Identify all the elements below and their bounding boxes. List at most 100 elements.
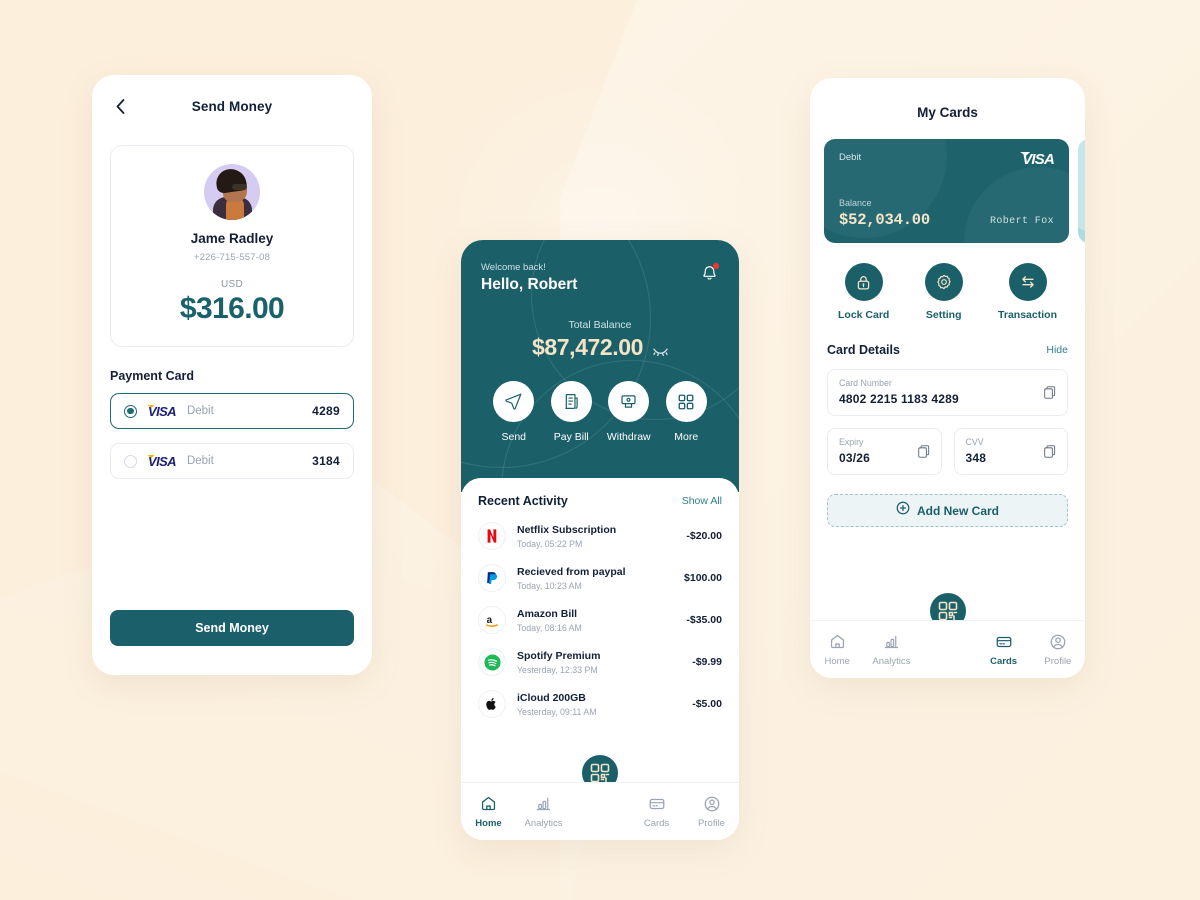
transaction-amount: -$5.00 bbox=[692, 698, 722, 710]
my-cards-screen: My Cards Debit VISA Balance $52,034.00 R… bbox=[810, 78, 1085, 678]
svg-text:a: a bbox=[487, 615, 493, 626]
bell-icon[interactable] bbox=[701, 263, 719, 282]
send-money-button[interactable]: Send Money bbox=[110, 610, 354, 646]
transaction-amount: -$20.00 bbox=[686, 530, 722, 542]
credit-card-icon bbox=[977, 632, 1031, 651]
copy-icon[interactable] bbox=[1044, 386, 1056, 404]
grid-icon bbox=[665, 381, 707, 422]
quick-actions: Send Pay Bill Withdraw More bbox=[481, 381, 719, 443]
transaction-time: Yesterday, 09:11 AM bbox=[517, 706, 597, 717]
copy-icon[interactable] bbox=[917, 445, 930, 463]
add-new-card-button[interactable]: Add New Card bbox=[827, 494, 1068, 527]
payment-card-type: Debit bbox=[186, 455, 214, 467]
quick-action-label: Withdraw bbox=[606, 431, 651, 443]
card-actions: Lock Card Setting Transaction bbox=[810, 263, 1085, 321]
recent-activity-title: Recent Activity bbox=[478, 494, 568, 508]
quick-action-withdraw[interactable]: Withdraw bbox=[600, 381, 658, 443]
quick-action-more[interactable]: More bbox=[658, 381, 716, 443]
transaction-merchant: Spotify Premium bbox=[517, 649, 601, 662]
quick-action-send[interactable]: Send bbox=[485, 381, 543, 443]
eye-off-icon[interactable] bbox=[653, 343, 668, 356]
bank-card-secondary[interactable]: Debit Balance $35,438.00 bbox=[1078, 139, 1085, 243]
transaction-row[interactable]: Recieved from paypal Today, 10:23 AM $10… bbox=[478, 564, 722, 592]
expiry-label: Expiry bbox=[839, 437, 864, 447]
avatar bbox=[204, 164, 260, 220]
recipient-phone: +226-715-557-08 bbox=[193, 252, 271, 263]
show-all-link[interactable]: Show All bbox=[682, 495, 722, 507]
apple-icon bbox=[478, 690, 506, 718]
lock-icon bbox=[844, 263, 883, 301]
card-details-title: Card Details bbox=[827, 343, 900, 357]
bank-card-primary[interactable]: Debit VISA Balance $52,034.00 Robert Fox bbox=[824, 139, 1069, 243]
radio-unselected-icon[interactable] bbox=[124, 454, 137, 468]
send-icon bbox=[493, 381, 535, 422]
home-header: Welcome back! Hello, Robert Total Balanc… bbox=[461, 240, 739, 492]
card-action-label: Setting bbox=[925, 309, 962, 321]
transaction-row[interactable]: Netflix Subscription Today, 05:22 PM -$2… bbox=[478, 522, 722, 550]
nav-item-profile[interactable]: Profile bbox=[684, 794, 739, 829]
currency-label: USD bbox=[220, 279, 243, 290]
nav-item-analytics[interactable]: Analytics bbox=[864, 632, 918, 667]
quick-action-label: More bbox=[674, 431, 699, 443]
visa-logo-icon: VISA bbox=[148, 403, 177, 419]
home-icon bbox=[810, 632, 864, 651]
paypal-icon bbox=[478, 564, 506, 592]
card-number-label: Card Number bbox=[839, 378, 892, 388]
page-title: My Cards bbox=[917, 105, 978, 120]
cards-carousel[interactable]: Debit VISA Balance $52,034.00 Robert Fox… bbox=[810, 139, 1085, 243]
payment-card-option-2[interactable]: VISA Debit 3184 bbox=[110, 443, 354, 479]
nav-item-label: Profile bbox=[698, 818, 725, 829]
setting-button[interactable]: Setting bbox=[924, 263, 963, 321]
payment-card-option-1[interactable]: VISA Debit 4289 bbox=[110, 393, 354, 429]
transaction-amount: -$35.00 bbox=[686, 614, 722, 626]
visa-logo-icon: VISA bbox=[1022, 151, 1055, 168]
home-icon bbox=[461, 794, 516, 813]
bottom-navigation: Home Analytics Cards Profile bbox=[810, 620, 1085, 678]
expiry-field[interactable]: Expiry 03/26 bbox=[827, 428, 942, 475]
copy-icon[interactable] bbox=[1044, 445, 1056, 463]
quick-action-pay-bill[interactable]: Pay Bill bbox=[543, 381, 601, 443]
nav-item-label: Profile bbox=[1044, 656, 1072, 667]
send-money-screen: Send Money Jame Radley +226-715-557-08 U… bbox=[92, 75, 372, 675]
nav-item-analytics[interactable]: Analytics bbox=[516, 794, 571, 829]
expiry-cvv-row: Expiry 03/26 CVV 348 bbox=[827, 428, 1068, 475]
home-screen: Welcome back! Hello, Robert Total Balanc… bbox=[461, 240, 739, 840]
transaction-amount: $100.00 bbox=[684, 572, 722, 584]
radio-selected-icon[interactable] bbox=[124, 404, 137, 418]
transaction-button[interactable]: Transaction bbox=[998, 263, 1057, 321]
atm-icon bbox=[608, 381, 650, 422]
recipient-name: Jame Radley bbox=[190, 231, 274, 246]
nav-item-cards[interactable]: Cards bbox=[977, 632, 1031, 667]
card-number-field[interactable]: Card Number 4802 2215 1183 4289 bbox=[827, 369, 1068, 416]
nav-item-cards[interactable]: Cards bbox=[629, 794, 684, 829]
transaction-row[interactable]: a Amazon Bill Today, 08:16 AM -$35.00 bbox=[478, 606, 722, 634]
transaction-time: Today, 05:22 PM bbox=[517, 538, 583, 549]
nav-item-home[interactable]: Home bbox=[461, 794, 516, 829]
payment-card-last4: 3184 bbox=[312, 454, 340, 468]
hide-link[interactable]: Hide bbox=[1046, 344, 1068, 356]
nav-item-home[interactable]: Home bbox=[810, 632, 864, 667]
expiry-value: 03/26 bbox=[839, 451, 871, 465]
page-title: Send Money bbox=[191, 98, 273, 114]
nav-item-label: Cards bbox=[990, 656, 1018, 667]
recipient-card: Jame Radley +226-715-557-08 USD $316.00 bbox=[110, 145, 354, 347]
transaction-row[interactable]: Spotify Premium Yesterday, 12:33 PM -$9.… bbox=[478, 648, 722, 676]
lock-card-button[interactable]: Lock Card bbox=[838, 263, 889, 321]
cvv-label: CVV bbox=[965, 437, 984, 447]
total-balance-value: $87,472.00 bbox=[531, 334, 644, 360]
cvv-value: 348 bbox=[965, 451, 987, 465]
transfer-icon bbox=[1008, 263, 1047, 301]
cvv-field[interactable]: CVV 348 bbox=[953, 428, 1068, 475]
transaction-merchant: iCloud 200GB bbox=[517, 691, 586, 704]
card-owner-name: Robert Fox bbox=[989, 216, 1054, 227]
nav-item-label: Analytics bbox=[872, 656, 911, 667]
add-new-card-label: Add New Card bbox=[916, 503, 999, 518]
gear-icon bbox=[924, 263, 963, 301]
nav-item-profile[interactable]: Profile bbox=[1031, 632, 1085, 667]
welcome-text: Welcome back! bbox=[481, 262, 546, 273]
visa-logo-icon: VISA bbox=[148, 453, 177, 469]
send-money-header: Send Money bbox=[92, 75, 372, 137]
transaction-row[interactable]: iCloud 200GB Yesterday, 09:11 AM -$5.00 bbox=[478, 690, 722, 718]
amazon-icon: a bbox=[478, 606, 506, 634]
nav-item-label: Home bbox=[824, 656, 850, 667]
